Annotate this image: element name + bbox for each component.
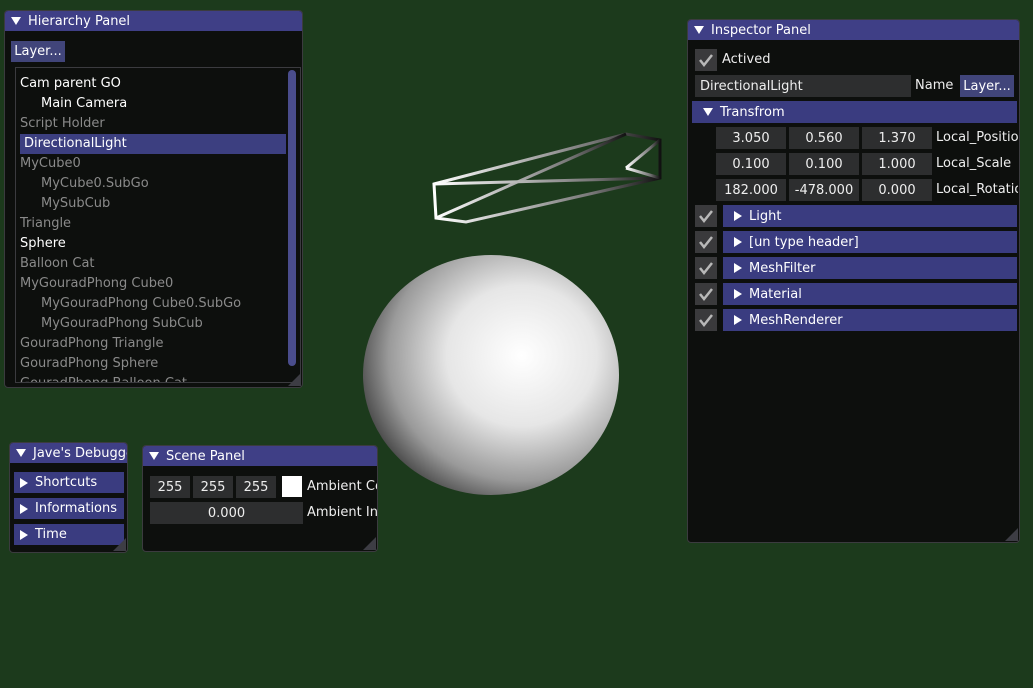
checkmark-icon <box>699 288 713 302</box>
ambient-intensity-field[interactable]: 0.000 <box>150 502 303 524</box>
position-y-field[interactable]: 0.560 <box>789 127 859 149</box>
resize-grip-icon[interactable] <box>288 373 301 386</box>
rotation-y-field[interactable]: -478.000 <box>789 179 859 201</box>
checkmark-icon <box>699 262 713 276</box>
object-name-input[interactable]: DirectionalLight <box>695 75 911 97</box>
hierarchy-item[interactable]: Balloon Cat <box>16 254 95 274</box>
resize-grip-icon[interactable] <box>363 537 376 550</box>
debugger-title-bar[interactable]: Jave's Debugger <box>10 443 127 463</box>
hierarchy-item[interactable]: MyGouradPhong Cube0.SubGo <box>16 294 241 314</box>
scale-z-field[interactable]: 1.000 <box>862 153 932 175</box>
hierarchy-item[interactable]: MyCube0.SubGo <box>16 174 149 194</box>
meshrenderer-component-header[interactable]: MeshRenderer <box>723 309 1017 331</box>
actived-label: Actived <box>722 52 771 67</box>
hierarchy-panel: Hierarchy Panel Layer... Cam parent GO Ma… <box>4 10 303 388</box>
debugger-panel: Jave's Debugger Shortcuts Informations T… <box>9 442 128 553</box>
collapse-arrow-icon[interactable] <box>11 17 21 25</box>
scene-title-bar[interactable]: Scene Panel <box>143 446 377 466</box>
resize-grip-icon[interactable] <box>113 538 126 551</box>
hierarchy-item[interactable]: MySubCub <box>16 194 110 214</box>
hierarchy-scrollbar[interactable] <box>288 70 296 366</box>
meshfilter-enabled-checkbox[interactable] <box>695 257 717 279</box>
hierarchy-item[interactable]: Main Camera <box>16 94 127 114</box>
directional-light-gizmo <box>432 132 662 224</box>
expand-arrow-icon <box>20 503 28 514</box>
material-component-header[interactable]: Material <box>723 283 1017 305</box>
position-z-field[interactable]: 1.370 <box>862 127 932 149</box>
rotation-z-field[interactable]: 0.000 <box>862 179 932 201</box>
collapse-arrow-icon[interactable] <box>16 449 26 457</box>
local-scale-label: Local_Scale <box>936 156 1012 171</box>
hierarchy-layer-button[interactable]: Layer... <box>11 41 65 62</box>
expand-arrow-icon <box>734 211 742 221</box>
light-enabled-checkbox[interactable] <box>695 205 717 227</box>
scene-panel: Scene Panel 255 255 255 Ambient Color 0.… <box>142 445 378 552</box>
inspector-panel: Inspector Panel Actived DirectionalLight… <box>687 19 1020 543</box>
light-component-header[interactable]: Light <box>723 205 1017 227</box>
checkmark-icon <box>699 54 713 68</box>
hierarchy-title: Hierarchy Panel <box>28 13 131 29</box>
untyped-enabled-checkbox[interactable] <box>695 231 717 253</box>
ambient-color-r-field[interactable]: 255 <box>150 476 190 498</box>
hierarchy-item[interactable]: GouradPhong Balloon Cat <box>16 374 187 382</box>
ambient-color-b-field[interactable]: 255 <box>236 476 276 498</box>
inspector-layer-button[interactable]: Layer... <box>960 75 1014 97</box>
hierarchy-item[interactable]: Cam parent GO <box>16 74 121 94</box>
sphere-mesh <box>363 255 619 495</box>
untyped-component-header[interactable]: [un type header] <box>723 231 1017 253</box>
expand-arrow-icon <box>20 477 28 488</box>
scale-y-field[interactable]: 0.100 <box>789 153 859 175</box>
expand-arrow-icon <box>734 315 742 325</box>
collapse-arrow-icon[interactable] <box>149 452 159 460</box>
material-enabled-checkbox[interactable] <box>695 283 717 305</box>
inspector-title: Inspector Panel <box>711 22 811 38</box>
checkmark-icon <box>699 314 713 328</box>
hierarchy-item[interactable]: MyCube0 <box>16 154 81 174</box>
ambient-intensity-label: Ambient Intensity <box>307 505 377 520</box>
debugger-title: Jave's Debugger <box>33 445 127 461</box>
expand-arrow-icon <box>734 237 742 247</box>
expand-arrow-icon <box>20 529 28 540</box>
expand-arrow-icon <box>734 263 742 273</box>
hierarchy-item[interactable]: Script Holder <box>16 114 105 134</box>
scene-title: Scene Panel <box>166 448 245 464</box>
collapse-arrow-icon <box>703 108 713 116</box>
hierarchy-item[interactable]: MyGouradPhong SubCub <box>16 314 203 334</box>
local-position-label: Local_Position <box>936 130 1018 145</box>
local-rotation-label: Local_Rotation <box>936 182 1018 197</box>
resize-grip-icon[interactable] <box>1005 528 1018 541</box>
expand-arrow-icon <box>734 289 742 299</box>
shortcuts-button[interactable]: Shortcuts <box>14 472 124 493</box>
time-button[interactable]: Time <box>14 524 124 545</box>
informations-button[interactable]: Informations <box>14 498 124 519</box>
meshfilter-component-header[interactable]: MeshFilter <box>723 257 1017 279</box>
hierarchy-item[interactable]: MyGouradPhong Cube0 <box>16 274 173 294</box>
checkmark-icon <box>699 210 713 224</box>
ambient-color-g-field[interactable]: 255 <box>193 476 233 498</box>
hierarchy-item[interactable]: GouradPhong Triangle <box>16 334 164 354</box>
rotation-x-field[interactable]: 182.000 <box>716 179 786 201</box>
hierarchy-title-bar[interactable]: Hierarchy Panel <box>5 11 302 31</box>
checkmark-icon <box>699 236 713 250</box>
transform-header[interactable]: Transfrom <box>692 101 1017 123</box>
actived-checkbox[interactable] <box>695 49 717 71</box>
collapse-arrow-icon[interactable] <box>694 26 704 34</box>
hierarchy-item[interactable]: DirectionalLight <box>20 134 286 154</box>
hierarchy-item[interactable]: Triangle <box>16 214 71 234</box>
hierarchy-item[interactable]: Sphere <box>16 234 66 254</box>
hierarchy-list[interactable]: Cam parent GO Main Camera Script Holder Dir… <box>15 67 301 383</box>
position-x-field[interactable]: 3.050 <box>716 127 786 149</box>
inspector-title-bar[interactable]: Inspector Panel <box>688 20 1019 40</box>
meshrenderer-enabled-checkbox[interactable] <box>695 309 717 331</box>
ambient-color-swatch[interactable] <box>282 476 302 497</box>
name-label: Name <box>915 78 954 93</box>
hierarchy-item[interactable]: GouradPhong Sphere <box>16 354 158 374</box>
scale-x-field[interactable]: 0.100 <box>716 153 786 175</box>
ambient-color-label: Ambient Color <box>307 479 377 494</box>
